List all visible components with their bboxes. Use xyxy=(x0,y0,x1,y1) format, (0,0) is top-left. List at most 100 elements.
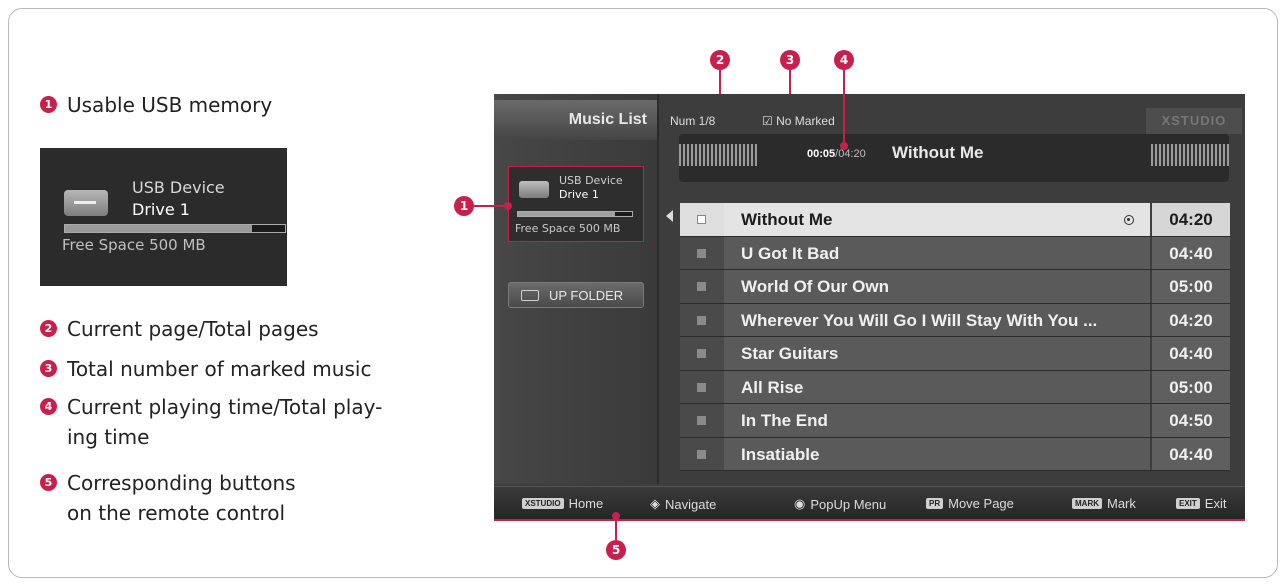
sidebar: Music List USB Device Drive 1 Free Space… xyxy=(494,94,659,484)
track-title: Without Me xyxy=(724,203,1150,236)
track-checkbox[interactable] xyxy=(680,404,724,437)
playing-indicator-icon xyxy=(1124,215,1134,225)
legend-text-time-line1: Current playing time/Total play- xyxy=(67,395,383,419)
legend-text-time: Current playing time/Total play- ing tim… xyxy=(67,392,382,452)
track-title: U Got It Bad xyxy=(724,236,1150,269)
legend-item-usb: 1 Usable USB memory xyxy=(40,90,272,120)
marked-counter-label: No Marked xyxy=(776,114,835,128)
legend-item-time: 4 Current playing time/Total play- ing t… xyxy=(40,392,382,452)
usb-device-panel[interactable]: USB Device Drive 1 Free Space 500 MB xyxy=(508,166,644,242)
callout-4-dot xyxy=(840,142,848,150)
track-checkbox[interactable] xyxy=(680,236,724,269)
track-row[interactable]: U Got It Bad 04:40 xyxy=(680,236,1230,270)
usb-free-space: Free Space 500 MB xyxy=(515,222,621,235)
legend-text-pages: Current page/Total pages xyxy=(67,317,319,341)
legend-text-time-line2: ing time xyxy=(67,425,150,449)
callout-3-line xyxy=(789,70,791,94)
exit-key-icon: EXIT xyxy=(1176,498,1200,509)
track-row[interactable]: In The End 04:50 xyxy=(680,404,1230,438)
mark-hint-label: Mark xyxy=(1107,496,1136,511)
elapsed-time: 00:05 xyxy=(807,148,836,160)
usb-drive-icon xyxy=(519,181,549,198)
track-checkbox[interactable] xyxy=(680,203,724,236)
track-title: Wherever You Will Go I Will Stay With Yo… xyxy=(724,303,1150,336)
popup-hint[interactable]: ◉ PopUp Menu xyxy=(794,496,886,512)
legend-text-marked: Total number of marked music xyxy=(67,357,372,381)
track-row[interactable]: All Rise 05:00 xyxy=(680,370,1230,404)
legend-item-pages: 2 Current page/Total pages xyxy=(40,314,319,344)
track-title: All Rise xyxy=(724,370,1150,403)
play-time: 00:05/04:20 xyxy=(807,148,866,160)
track-duration: 04:40 xyxy=(1152,236,1230,269)
remote-help-bar: XSTUDIO Home ◈ Navigate ◉ PopUp Menu PR Move… xyxy=(494,486,1245,519)
callout-4-line xyxy=(843,70,845,146)
legend-text-usb: Usable USB memory xyxy=(67,93,273,117)
track-duration: 05:00 xyxy=(1152,370,1230,403)
marked-counter: ☑ No Marked xyxy=(762,114,835,128)
music-list-screen: Music List USB Device Drive 1 Free Space… xyxy=(494,94,1245,519)
navigate-icon: ◈ xyxy=(650,496,660,511)
move-page-hint[interactable]: PR Move Page xyxy=(926,496,1014,511)
track-row[interactable]: Wherever You Will Go I Will Stay With Yo… xyxy=(680,303,1230,337)
tab-music-list-label: Music List xyxy=(568,111,647,128)
equalizer-right-icon xyxy=(1151,144,1229,166)
legend-number-3: 3 xyxy=(40,360,57,377)
track-checkbox[interactable] xyxy=(680,370,724,403)
track-checkbox[interactable] xyxy=(680,437,724,470)
usb-space-fill xyxy=(518,212,615,216)
home-hint[interactable]: XSTUDIO Home xyxy=(522,496,603,511)
legend-text-buttons-line1: Corresponding buttons xyxy=(67,471,296,495)
usb-device-label: USB Device xyxy=(132,178,225,197)
track-checkbox[interactable] xyxy=(680,270,724,303)
usb-space-bar xyxy=(517,211,633,217)
track-row[interactable]: Insatiable 04:40 xyxy=(680,437,1230,471)
track-duration: 04:50 xyxy=(1152,404,1230,437)
usb-space-fill xyxy=(65,225,252,232)
track-checkbox[interactable] xyxy=(680,303,724,336)
callout-2: 2 xyxy=(710,50,730,70)
page-counter: Num 1/8 xyxy=(670,114,716,128)
mark-key-icon: MARK xyxy=(1072,498,1102,509)
track-duration: 04:20 xyxy=(1152,203,1230,236)
exit-hint-label: Exit xyxy=(1204,496,1227,511)
callout-3: 3 xyxy=(780,50,800,70)
navigate-hint[interactable]: ◈ Navigate xyxy=(650,496,716,512)
xstudio-logo: XSTUDIO xyxy=(1146,108,1242,134)
track-duration: 04:40 xyxy=(1152,337,1230,370)
screen-bottom-rule xyxy=(494,519,1245,521)
now-playing-title: Without Me xyxy=(892,143,984,162)
total-time: /04:20 xyxy=(835,148,866,160)
legend-number-2: 2 xyxy=(40,320,57,337)
track-title: World Of Our Own xyxy=(724,270,1150,303)
legend-item-marked: 3 Total number of marked music xyxy=(40,354,371,384)
up-folder-button[interactable]: UP FOLDER xyxy=(508,282,644,308)
exit-hint[interactable]: EXIT Exit xyxy=(1176,496,1226,511)
mark-hint[interactable]: MARK Mark xyxy=(1072,496,1136,511)
usb-device-label: USB Device xyxy=(559,174,623,187)
track-title: Star Guitars xyxy=(724,337,1150,370)
page-key-icon: PR xyxy=(926,498,944,509)
track-duration: 05:00 xyxy=(1152,270,1230,303)
navigate-hint-label: Navigate xyxy=(665,496,717,512)
track-title: Insatiable xyxy=(724,437,1150,470)
legend-number-4: 4 xyxy=(40,398,57,415)
tab-music-list[interactable]: Music List xyxy=(494,100,657,140)
track-title-text: Without Me xyxy=(741,210,833,229)
legend-item-buttons: 5 Corresponding buttons on the remote co… xyxy=(40,468,296,528)
legend-number-5: 5 xyxy=(40,474,57,491)
callout-5: 5 xyxy=(606,540,626,560)
track-list: Without Me 04:20 U Got It Bad 04:40 Worl… xyxy=(680,203,1230,471)
track-row[interactable]: Without Me 04:20 xyxy=(680,203,1230,237)
now-playing-bar: 00:05/04:20 Without Me xyxy=(679,134,1229,182)
usb-space-bar xyxy=(64,224,286,233)
track-checkbox[interactable] xyxy=(680,337,724,370)
track-row[interactable]: Star Guitars 04:40 xyxy=(680,337,1230,371)
legend-text-buttons: Corresponding buttons on the remote cont… xyxy=(67,468,296,528)
callout-2-line xyxy=(719,70,721,94)
callout-5-dot xyxy=(612,512,620,520)
scroll-left-icon[interactable] xyxy=(666,210,673,222)
track-row[interactable]: World Of Our Own 05:00 xyxy=(680,270,1230,304)
track-title: In The End xyxy=(724,404,1150,437)
legend-text-buttons-line2: on the remote control xyxy=(67,501,286,525)
usb-free-space: Free Space 500 MB xyxy=(62,236,206,254)
